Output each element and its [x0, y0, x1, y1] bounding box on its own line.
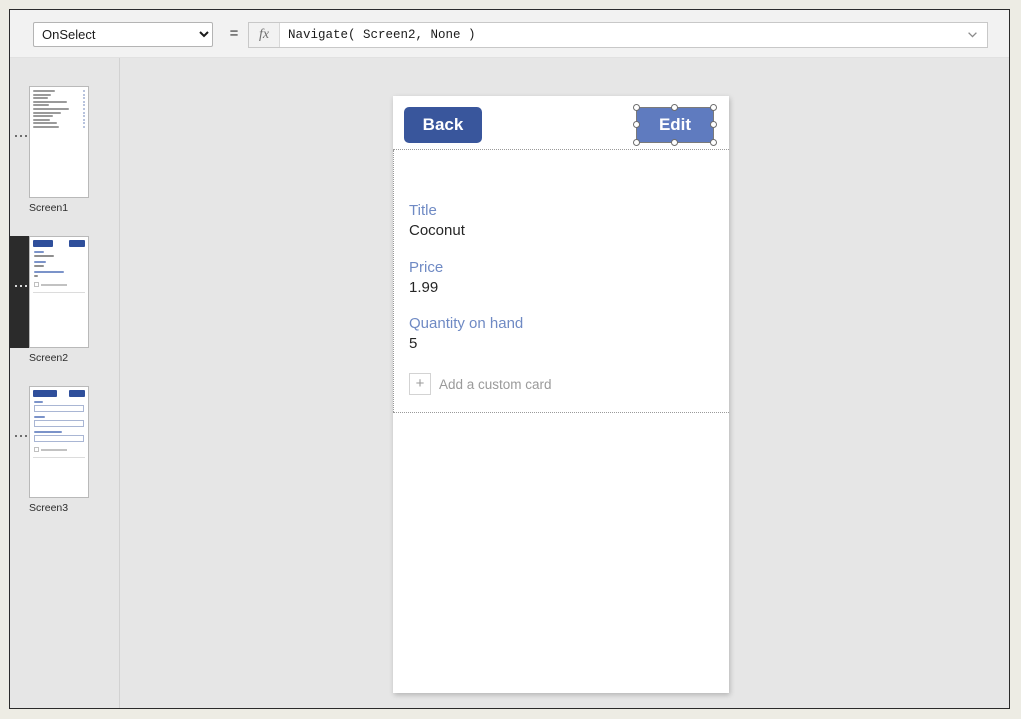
app-screen-canvas[interactable]: Back Edit Title Coconut	[393, 96, 729, 693]
ellipsis-icon[interactable]	[15, 434, 27, 438]
screen-selection-bar	[10, 236, 29, 348]
field-value: Coconut	[409, 221, 465, 241]
screen-selection-bar	[10, 86, 29, 198]
edit-button[interactable]: Edit	[636, 107, 714, 143]
field-value: 1.99	[409, 278, 443, 298]
screen-label-3: Screen3	[29, 502, 117, 514]
formula-input[interactable]	[280, 23, 961, 47]
data-card-quantity-on-hand[interactable]: Quantity on hand 5	[409, 314, 523, 354]
add-custom-card-label: Add a custom card	[439, 377, 552, 392]
back-button[interactable]: Back	[404, 107, 482, 143]
add-custom-card-button[interactable]: + Add a custom card	[409, 373, 552, 395]
display-form[interactable]: Title Coconut Price 1.99 Quantity on han…	[393, 149, 729, 413]
screen-thumbnail-2[interactable]	[29, 236, 89, 348]
formula-bar: OnSelect = fx	[10, 10, 1009, 58]
screen-label-1: Screen1	[29, 202, 117, 214]
fx-icon: fx	[249, 23, 280, 47]
field-value: 5	[409, 334, 523, 354]
screen-selection-bar	[10, 386, 29, 498]
data-card-title[interactable]: Title Coconut	[409, 201, 465, 241]
power-apps-window: OnSelect = fx	[9, 9, 1010, 709]
property-select[interactable]: OnSelect	[33, 22, 213, 47]
screen-header: Back Edit	[393, 96, 729, 149]
ellipsis-icon[interactable]	[15, 134, 27, 138]
field-label: Price	[409, 258, 443, 278]
equals-sign: =	[226, 25, 242, 42]
field-label: Quantity on hand	[409, 314, 523, 334]
formula-input-wrapper: fx	[248, 22, 988, 48]
screens-panel: Screen1	[10, 58, 120, 708]
chevron-down-icon[interactable]	[961, 23, 987, 47]
canvas-area[interactable]: Back Edit Title Coconut	[120, 58, 1009, 708]
screen-thumbnail-1[interactable]	[29, 86, 89, 198]
screen-thumbnail-3[interactable]	[29, 386, 89, 498]
field-label: Title	[409, 201, 465, 221]
data-card-price[interactable]: Price 1.99	[409, 258, 443, 298]
plus-icon[interactable]: +	[409, 373, 431, 395]
screen-label-2: Screen2	[29, 352, 117, 364]
ellipsis-icon[interactable]	[15, 284, 27, 288]
